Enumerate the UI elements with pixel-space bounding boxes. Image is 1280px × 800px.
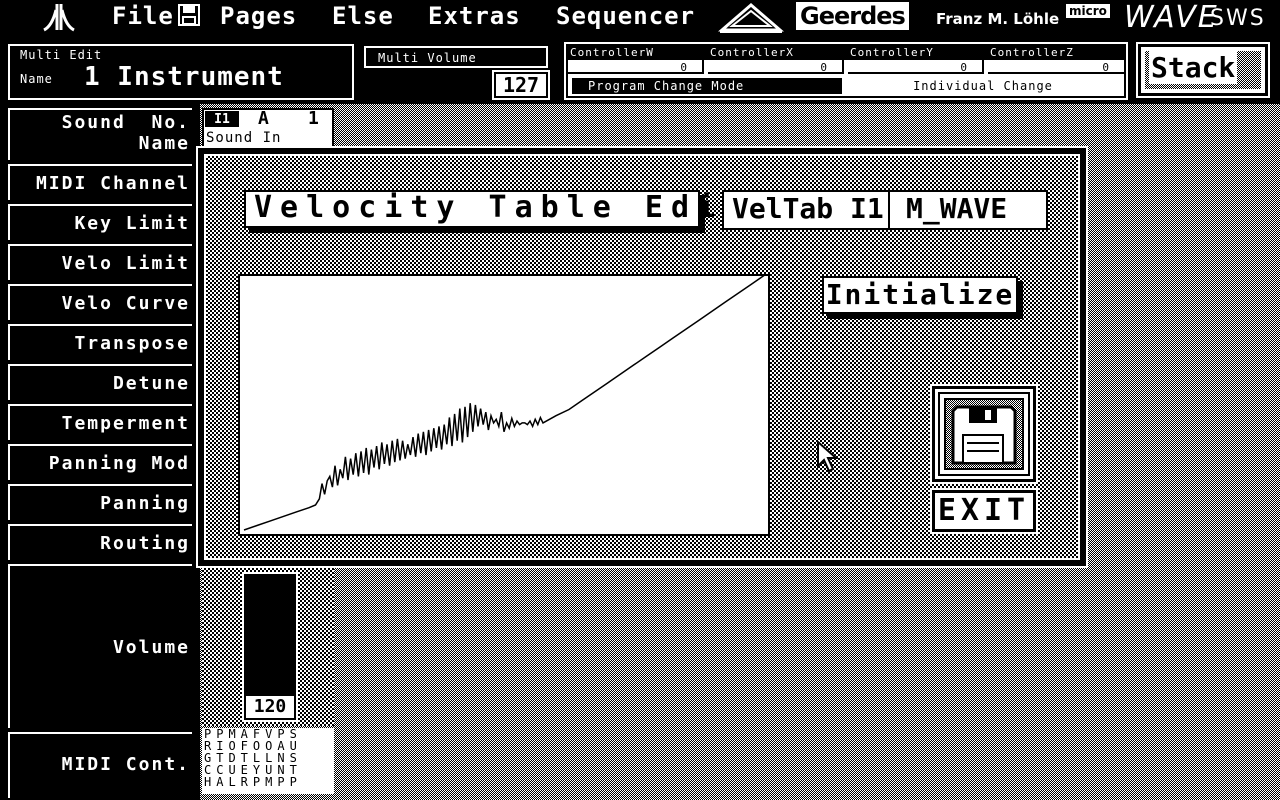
volume-slider[interactable]: 120 — [242, 572, 298, 722]
sidebar-item-volume[interactable]: Volume — [8, 564, 192, 728]
dialog-title: Velocity Table Edit — [244, 190, 741, 228]
multi-volume-title: Multi Volume — [364, 46, 548, 68]
stack-button-label: Stack — [1149, 51, 1238, 84]
menu-bar: File Pages Else Extras Sequencer Geerdes… — [0, 0, 1280, 38]
controller-z-value[interactable]: 0 — [988, 60, 1124, 74]
dialog-body: Velocity Table Edit VelTab I1 M_WAVE Ini… — [204, 154, 1080, 560]
sidebar-item-panning-mod[interactable]: Panning Mod — [8, 444, 192, 480]
sidebar-item-routing[interactable]: Routing — [8, 524, 192, 560]
instrument-bank: A — [258, 108, 269, 129]
sws-logo: SWS — [1210, 6, 1266, 31]
triangle-logo-icon — [717, 2, 785, 38]
veltab-label[interactable]: VelTab I1 — [722, 190, 890, 230]
stack-button[interactable]: Stack — [1136, 42, 1270, 98]
controller-w-value[interactable]: 0 — [568, 60, 704, 74]
sidebar-item-panning[interactable]: Panning — [8, 484, 192, 520]
initialize-button[interactable]: Initialize — [822, 276, 1018, 314]
controller-values: 0 0 0 0 — [568, 60, 1124, 76]
instrument-id: I1 — [204, 110, 240, 128]
program-change-mode[interactable]: Program Change Mode — [572, 78, 842, 94]
sidebar-item-temperment[interactable]: Temperment — [8, 404, 192, 440]
controller-y-header: ControllerY — [850, 46, 934, 59]
controller-y-value[interactable]: 0 — [848, 60, 984, 74]
controller-w-header: ControllerW — [570, 46, 654, 59]
menu-file-label: File — [112, 2, 174, 30]
mouse-pointer-icon — [817, 440, 839, 473]
sidebar-item-transpose[interactable]: Transpose — [8, 324, 192, 360]
multi-edit-title: Multi Edit — [20, 48, 103, 62]
instrument-column-header[interactable]: I1 A 1 Sound In — [202, 108, 334, 148]
controller-panel: ControllerW ControllerX ControllerY Cont… — [564, 42, 1128, 100]
individual-change-option[interactable]: Individual Change — [848, 78, 1118, 94]
menu-else[interactable]: Else — [332, 2, 394, 30]
atari-logo-icon-svg — [43, 4, 75, 32]
sidebar-item-velo-limit[interactable]: Velo Limit — [8, 244, 192, 280]
velocity-curve-line — [243, 276, 765, 531]
velocity-curve-chart[interactable] — [238, 274, 770, 536]
midi-cont-row[interactable]: HALRPMPP — [204, 776, 334, 788]
name-label: Name — [20, 72, 53, 86]
sidebar-item-sound-label: Sound No. — [61, 112, 190, 133]
multi-edit-panel: Multi Edit Name 1 Instrument — [8, 44, 354, 100]
wave-logo: WAVE — [1124, 0, 1219, 35]
volume-value: 120 — [244, 694, 296, 720]
controller-z-header: ControllerZ — [990, 46, 1074, 59]
author-label: Franz M. Löhle — [936, 10, 1060, 28]
sidebar-item-velo-curve[interactable]: Velo Curve — [8, 284, 192, 320]
menu-extras[interactable]: Extras — [428, 2, 521, 30]
velocity-table-dialog: Velocity Table Edit VelTab I1 M_WAVE Ini… — [196, 146, 1088, 568]
multi-name-value[interactable]: 1 Instrument — [84, 62, 284, 92]
sidebar-item-sound[interactable]: Sound No. Name — [8, 108, 192, 160]
controller-x-header: ControllerX — [710, 46, 794, 59]
midi-cont-letters: PPMAFVPS RIOFOOAU GTDTLLNS CCUEYUNT HALRPMPP — [204, 728, 334, 792]
save-disk-button[interactable] — [930, 384, 1038, 484]
sidebar-item-midi-channel[interactable]: MIDI Channel — [8, 164, 192, 200]
sidebar-item-midi-cont[interactable]: MIDI Cont. — [8, 732, 192, 798]
geerdes-logo: Geerdes — [796, 2, 909, 30]
instrument-number: 1 — [308, 108, 319, 129]
midi-cont-grid: PPMAFVPS RIOFOOAU GTDTLLNS CCUEYUNT HALRPMPP — [202, 728, 334, 794]
instrument-sound-name: Sound In — [206, 130, 282, 146]
controller-x-value[interactable]: 0 — [708, 60, 844, 74]
exit-button[interactable]: EXIT — [930, 488, 1038, 534]
menu-pages[interactable]: Pages — [220, 2, 297, 30]
sidebar: Sound No. Name MIDI Channel Key Limit Ve… — [0, 104, 200, 800]
sidebar-item-key-limit[interactable]: Key Limit — [8, 204, 192, 240]
micro-badge: micro — [1066, 4, 1110, 18]
floppy-disk-icon — [938, 392, 1030, 476]
veltab-name[interactable]: M_WAVE — [888, 190, 1048, 230]
floppy-disk-icon — [177, 4, 200, 26]
multi-volume-panel: Multi Volume 127 — [362, 44, 550, 100]
atari-logo-icon[interactable] — [42, 2, 76, 38]
controller-headers: ControllerW ControllerX ControllerY Cont… — [568, 46, 1124, 60]
sidebar-item-name-label: Name — [138, 133, 190, 154]
menu-sequencer[interactable]: Sequencer — [556, 2, 695, 30]
multi-volume-value[interactable]: 127 — [492, 70, 550, 100]
velocity-curve-svg — [243, 276, 765, 531]
menu-file[interactable]: File — [112, 2, 200, 30]
sidebar-item-detune[interactable]: Detune — [8, 364, 192, 400]
